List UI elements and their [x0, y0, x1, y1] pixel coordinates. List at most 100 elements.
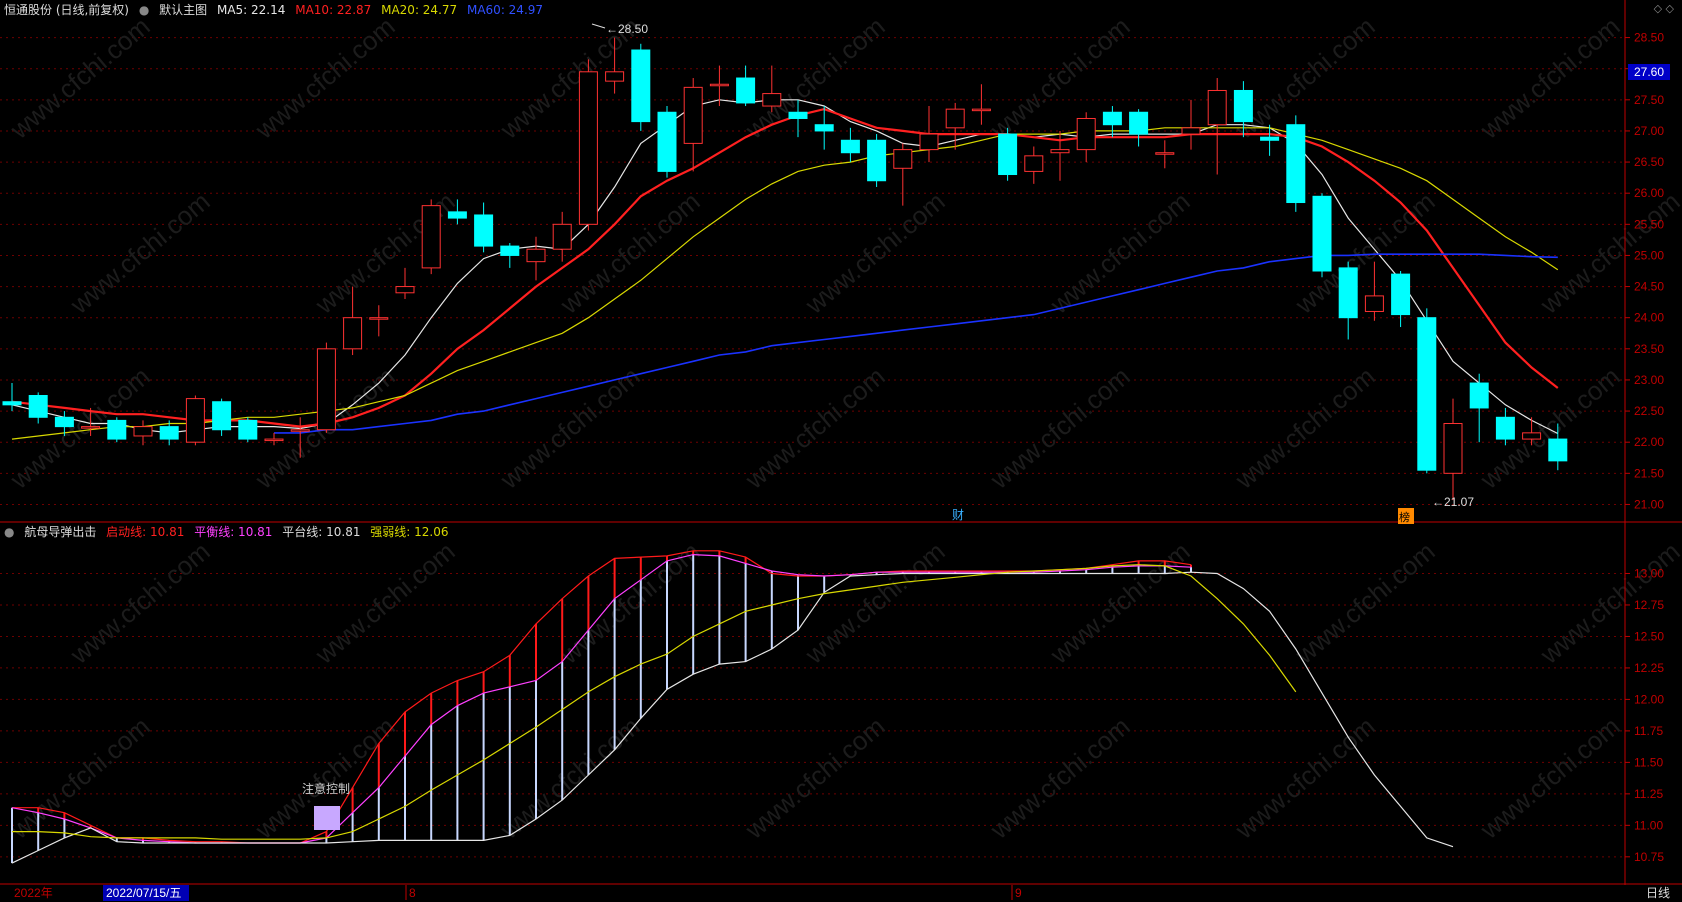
candle-body: [709, 83, 729, 87]
y-tick-label: 27.50: [1634, 93, 1664, 107]
candle-body: [343, 317, 363, 350]
candle: [1024, 146, 1044, 184]
watermark: www.cfchi.com: [1044, 536, 1196, 670]
y-tick-label: 22.00: [1634, 435, 1664, 449]
candle-body: [474, 214, 494, 247]
candle: [867, 134, 887, 187]
candle: [1417, 308, 1437, 474]
settings-icon[interactable]: ●: [139, 3, 149, 17]
main-chart-label[interactable]: 默认主图: [159, 3, 207, 17]
y-tick-label: 11.75: [1634, 724, 1663, 738]
candle: [1469, 373, 1489, 443]
candle-body: [788, 111, 808, 119]
y-tick-label: 23.00: [1634, 373, 1664, 387]
candle-body: [1233, 89, 1253, 123]
candle: [28, 392, 48, 424]
candle-body: [867, 139, 887, 182]
candle: [1129, 109, 1149, 147]
candle: [107, 417, 127, 443]
sub-y-axis: 10.75 11.00 11.25 11.50 11.75 12.00 12.25 12.50…: [1625, 566, 1664, 864]
candle-body: [1024, 155, 1044, 172]
y-tick-label: 27.00: [1634, 124, 1664, 138]
candle-body: [1260, 136, 1280, 141]
candle-body: [1548, 438, 1568, 462]
candle-body: [421, 205, 441, 269]
watermark: www.cfchi.com: [554, 186, 706, 320]
svg-text:8: 8: [409, 886, 416, 900]
y-tick-label: 13.00: [1634, 566, 1664, 580]
candle-body: [631, 49, 651, 123]
svg-text:9: 9: [1015, 886, 1022, 900]
candle-body: [893, 149, 913, 169]
candle-body: [1102, 111, 1122, 126]
watermark: www.cfchi.com: [799, 536, 951, 670]
candle-body: [1364, 295, 1384, 312]
candle-body: [919, 133, 939, 151]
candle-body: [1286, 124, 1306, 204]
candle-body: [238, 419, 258, 440]
candle: [1443, 398, 1463, 501]
stock-title[interactable]: 恒通股份 (日线,前复权): [4, 3, 129, 17]
expand-icon[interactable]: ◇: [1666, 2, 1674, 15]
indicator-title[interactable]: 航母导弹出击: [24, 525, 96, 539]
watermark: www.cfchi.com: [494, 361, 646, 495]
qidong-label: 启动线: 10.81: [106, 525, 185, 539]
candle-body: [1391, 273, 1411, 316]
candle-body: [1417, 317, 1437, 471]
y-tick-label: 12.50: [1634, 629, 1664, 643]
current-price-tag: 27.60: [1628, 64, 1670, 80]
candle-body: [1522, 432, 1542, 440]
y-tick-label: 24.00: [1634, 311, 1664, 325]
candle-body: [107, 419, 127, 440]
candle: [212, 398, 232, 436]
candle-body: [2, 401, 22, 406]
watermark: www.cfchi.com: [64, 536, 216, 670]
y-tick-label: 23.50: [1634, 342, 1664, 356]
y-tick-label: 26.00: [1634, 186, 1664, 200]
candle-body: [316, 348, 336, 431]
candle-body: [1129, 111, 1149, 135]
candle: [474, 202, 494, 253]
svg-text:2022年: 2022年: [14, 886, 53, 900]
sub-grid: [0, 572, 1625, 858]
candle: [133, 420, 153, 446]
candle: [1102, 106, 1122, 138]
watermark: www.cfchi.com: [984, 361, 1136, 495]
watermark: www.cfchi.com: [1474, 11, 1626, 145]
candle-body: [447, 211, 467, 219]
candle-body: [1076, 117, 1096, 151]
period-label[interactable]: 日线: [1646, 886, 1670, 900]
candle-body: [578, 71, 598, 225]
candle-body: [500, 245, 520, 256]
settings-icon[interactable]: ●: [4, 525, 14, 539]
x-axis: 2022年 2022/07/15/五 8 9 日线: [14, 885, 1670, 901]
finance-flag[interactable]: 财: [952, 508, 964, 522]
watermark: www.cfchi.com: [4, 361, 156, 495]
y-tick-label: 10.75: [1634, 850, 1664, 864]
candle: [683, 78, 703, 172]
candle-body: [552, 223, 572, 250]
pingtai-label: 平台线: 10.81: [282, 525, 361, 539]
y-tick-label: 22.50: [1634, 404, 1664, 418]
y-tick-label: 24.50: [1634, 280, 1664, 294]
y-tick-label: 25.00: [1634, 248, 1664, 262]
candle-body: [998, 133, 1018, 176]
watermark: www.cfchi.com: [739, 711, 891, 845]
candle-body: [81, 426, 101, 429]
candle-body: [264, 438, 284, 442]
svg-text:27.60: 27.60: [1634, 65, 1664, 79]
candle: [238, 417, 258, 443]
window-controls: ◇ ◇: [1654, 2, 1674, 15]
y-tick-label: 11.25: [1634, 787, 1663, 801]
y-tick-label: 12.25: [1634, 661, 1664, 675]
sub-header: ● 航母导弹出击 启动线: 10.81 平衡线: 10.81 平台线: 10.8…: [4, 522, 455, 542]
svg-text:2022/07/15/五: 2022/07/15/五: [106, 886, 181, 900]
diamond-icon[interactable]: ◇: [1654, 2, 1662, 15]
candle-body: [1338, 267, 1358, 319]
candle-body: [28, 395, 48, 418]
candle: [1076, 112, 1096, 163]
candle: [1181, 99, 1201, 150]
candle-body: [840, 139, 860, 154]
leaderboard-flag[interactable]: 榜: [1398, 508, 1414, 524]
watermark: www.cfchi.com: [799, 186, 951, 320]
